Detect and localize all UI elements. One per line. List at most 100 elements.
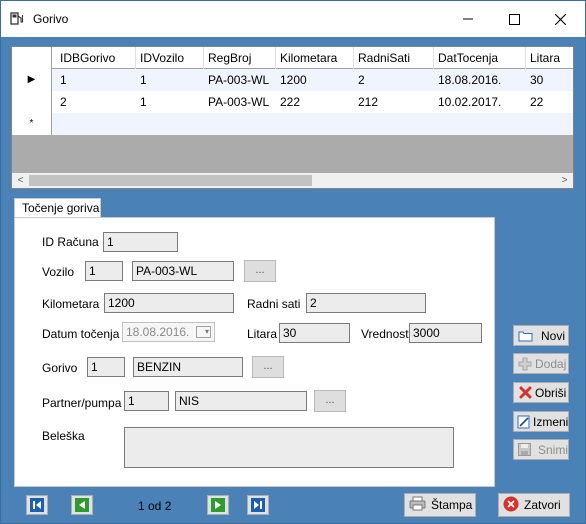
col-header-radnisati[interactable]: RadniSati — [354, 47, 434, 69]
datum-tocenja-value: 18.08.2016. — [126, 325, 190, 339]
cell-dattocenja[interactable]: 10.02.2017. — [434, 91, 526, 113]
cell-idvozilo[interactable]: 1 — [136, 69, 204, 91]
novi-button[interactable]: Novi — [513, 325, 569, 346]
novi-label: Novi — [541, 328, 566, 343]
cell-radnisati[interactable]: 212 — [354, 91, 434, 113]
horizontal-scrollbar[interactable]: < > — [12, 173, 573, 188]
window-title: Gorivo — [33, 12, 69, 26]
col-header-regbroj[interactable]: RegBroj — [204, 47, 276, 69]
last-record-button[interactable] — [247, 495, 269, 515]
cell-litara[interactable]: 22 — [526, 91, 573, 113]
fuel-pump-icon — [10, 11, 24, 25]
litara-label: Litara — [247, 327, 278, 341]
plus-icon — [517, 356, 533, 371]
id-racuna-label: ID Računa — [42, 235, 99, 249]
tab-panel: ID Računa 1 Vozilo 1 PA-003-WL ... Kilom… — [14, 217, 495, 487]
fuel-records-grid[interactable]: IDBGorivo IDVozilo RegBroj Kilometara Ra… — [11, 46, 574, 189]
next-record-icon — [211, 498, 225, 512]
previous-record-icon — [75, 498, 89, 512]
cell-litara[interactable]: 30 — [526, 69, 573, 91]
stampa-label: Štampa — [431, 498, 473, 512]
izmeni-button[interactable]: Izmeni — [513, 411, 569, 432]
vozilo-label: Vozilo — [42, 265, 75, 279]
radni-sati-label: Radni sati — [247, 297, 301, 311]
kilometara-field[interactable]: 1200 — [104, 293, 234, 313]
snimi-label: Snimi — [537, 442, 568, 457]
litara-field[interactable]: 30 — [279, 323, 350, 343]
vrednost-field[interactable]: 3000 — [409, 323, 482, 343]
datum-tocenja-picker[interactable]: 18.08.2016. ▾ — [122, 322, 215, 342]
vozilo-reg-field[interactable]: PA-003-WL — [132, 261, 234, 281]
next-record-button[interactable] — [207, 495, 229, 515]
col-header-idbgorivo[interactable]: IDBGorivo — [56, 47, 136, 69]
dodaj-button[interactable]: Dodaj — [513, 353, 569, 374]
col-header-idvozilo[interactable]: IDVozilo — [136, 47, 204, 69]
cell-kilometara[interactable]: 222 — [276, 91, 354, 113]
row-selector[interactable] — [12, 91, 52, 113]
cell-dattocenja[interactable]: 18.08.2016. — [434, 69, 526, 91]
partner-name-field[interactable]: NIS — [175, 391, 307, 411]
first-record-icon — [30, 498, 44, 512]
dodaj-label: Dodaj — [535, 356, 567, 371]
scroll-left-icon[interactable]: < — [12, 173, 29, 188]
cell-radnisati[interactable]: 2 — [354, 69, 434, 91]
cell-idvozilo[interactable]: 1 — [136, 91, 204, 113]
cell-idbgorivo[interactable]: 2 — [56, 91, 136, 113]
gorivo-name-field[interactable]: BENZIN — [133, 357, 243, 377]
id-racuna-field[interactable]: 1 — [103, 232, 178, 252]
table-row[interactable]: ▶ 1 1 PA-003-WL 1200 2 18.08.2016. 30 — [12, 69, 573, 91]
snimi-button[interactable]: Snimi — [513, 439, 569, 460]
partner-lookup-button[interactable]: ... — [314, 390, 346, 412]
row-selector-current[interactable]: ▶ — [12, 69, 52, 91]
obrisi-label: Obriši — [535, 385, 567, 400]
beleska-label: Beleška — [42, 429, 85, 443]
izmeni-label: Izmeni — [533, 414, 569, 429]
folder-icon — [517, 328, 533, 343]
col-header-dattocenja[interactable]: DatTocenja — [434, 47, 526, 69]
main-window: Gorivo IDBGorivo IDVozilo RegBroj Kilome… — [0, 0, 586, 524]
vozilo-lookup-button[interactable]: ... — [244, 260, 276, 282]
vrednost-label: Vrednost — [361, 327, 409, 341]
cell-regbroj[interactable]: PA-003-WL — [204, 69, 276, 91]
scroll-thumb[interactable] — [29, 175, 312, 186]
datum-tocenja-label: Datum točenja — [42, 327, 120, 341]
col-header-litara[interactable]: Litara — [526, 47, 573, 69]
printer-icon — [409, 496, 426, 514]
gorivo-id-field[interactable]: 1 — [87, 357, 125, 377]
scroll-right-icon[interactable]: > — [556, 173, 573, 188]
gorivo-label: Gorivo — [42, 361, 78, 375]
page-info: 1 od 2 — [138, 499, 172, 513]
edit-pencil-icon — [517, 414, 531, 429]
vozilo-id-field[interactable]: 1 — [85, 261, 123, 281]
grid-header: IDBGorivo IDVozilo RegBroj Kilometara Ra… — [12, 47, 573, 69]
close-window-button[interactable] — [537, 1, 583, 37]
close-circle-icon — [503, 496, 519, 515]
col-header-kilometara[interactable]: Kilometara — [276, 47, 354, 69]
calendar-dropdown-icon[interactable]: ▾ — [196, 326, 211, 338]
beleska-textarea[interactable] — [124, 427, 454, 468]
gorivo-lookup-button[interactable]: ... — [252, 356, 284, 378]
stampa-button[interactable]: Štampa — [404, 493, 476, 517]
last-record-icon — [251, 498, 265, 512]
delete-x-icon — [517, 385, 533, 400]
previous-record-button[interactable] — [71, 495, 93, 515]
new-row[interactable]: * — [12, 113, 573, 135]
table-row[interactable]: 2 1 PA-003-WL 222 212 10.02.2017. 22 — [12, 91, 573, 113]
zatvori-label: Zatvori — [524, 498, 561, 512]
title-bar: Gorivo — [1, 1, 585, 37]
tab-tocenje-goriva[interactable]: Točenje goriva — [14, 198, 101, 218]
minimize-button[interactable] — [445, 1, 491, 37]
partner-id-field[interactable]: 1 — [124, 391, 169, 411]
cell-kilometara[interactable]: 1200 — [276, 69, 354, 91]
radni-sati-field[interactable]: 2 — [306, 293, 426, 313]
new-row-selector[interactable]: * — [12, 113, 52, 135]
first-record-button[interactable] — [26, 495, 48, 515]
obrisi-button[interactable]: Obriši — [513, 382, 569, 403]
kilometara-label: Kilometara — [42, 297, 100, 311]
zatvori-button[interactable]: Zatvori — [498, 493, 570, 517]
grid-corner — [12, 47, 52, 69]
partner-pumpa-label: Partner/pumpa — [42, 396, 122, 410]
cell-idbgorivo[interactable]: 1 — [56, 69, 136, 91]
maximize-button[interactable] — [491, 1, 537, 37]
cell-regbroj[interactable]: PA-003-WL — [204, 91, 276, 113]
